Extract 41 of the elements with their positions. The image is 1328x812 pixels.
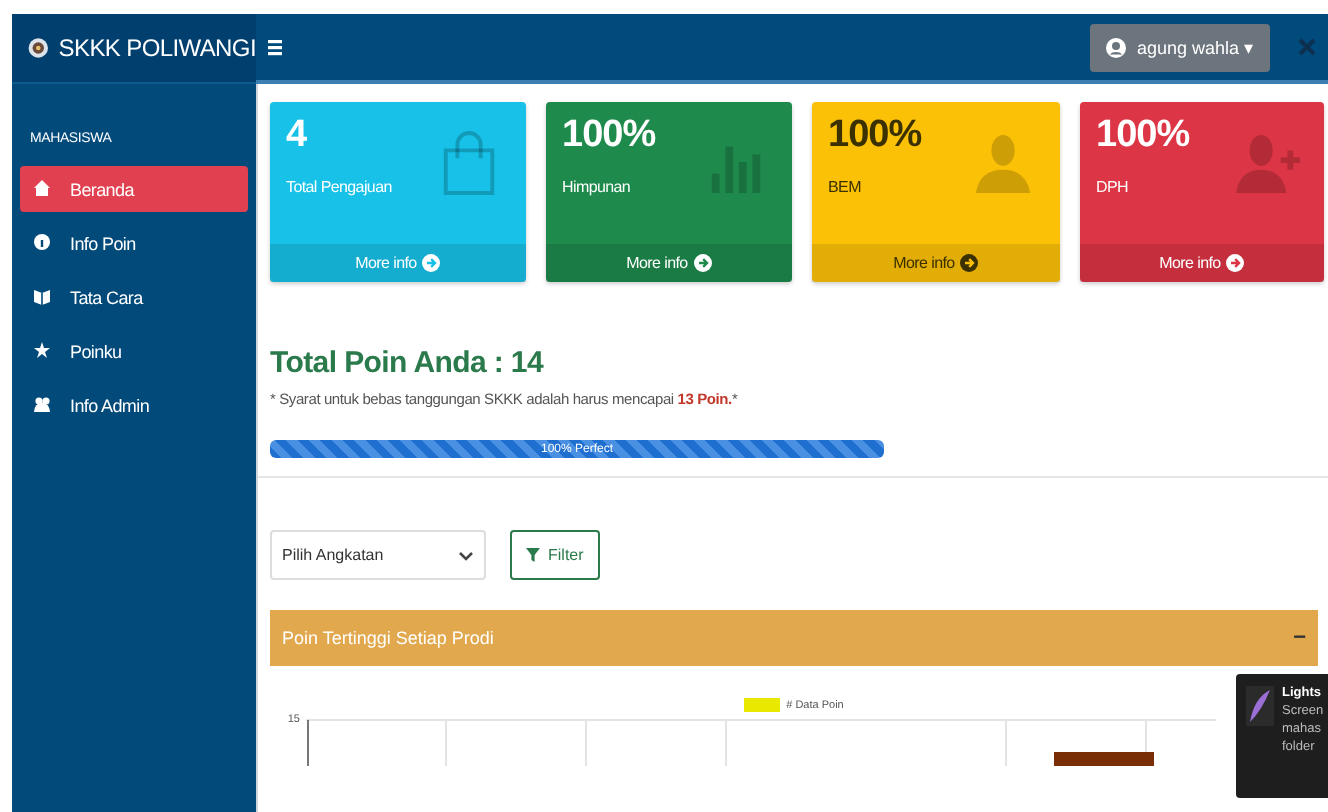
user-icon [1106,37,1127,57]
menu-icon [268,39,282,55]
arrow-circle-icon [693,254,712,272]
user-icon [972,130,1036,196]
stat-label: DPH [1096,178,1128,196]
close-icon [1298,38,1316,56]
legend-swatch [744,698,781,712]
filter-button[interactable]: Filter [510,530,600,580]
sidebar-item[interactable]: Tata Cara [20,274,248,320]
chevron-down-icon [458,549,474,561]
sidebar-item[interactable]: Info Poin [20,220,248,266]
angkatan-select[interactable]: Pilih Angkatan [270,530,486,580]
sidebar-item[interactable]: Poinku [20,328,248,374]
star-icon [34,342,50,360]
book-icon [34,288,50,306]
sidebar-item[interactable]: Beranda [20,166,248,212]
feather-icon [1246,686,1274,726]
arrow-circle-icon [422,254,441,272]
more-info-link[interactable]: More info [1080,244,1324,282]
app-title: SKKK POLIWANGI [58,34,256,62]
collapse-button[interactable]: − [1293,626,1306,650]
more-info-link[interactable]: More info [812,244,1060,282]
stat-value: 100% [562,114,656,158]
more-info-link[interactable]: More info [546,244,792,282]
arrow-circle-icon [960,254,979,272]
total-points-heading: Total Poin Anda : 14 [270,346,546,380]
panel-title: Poin Tertinggi Setiap Prodi [282,628,494,648]
info-icon [34,234,50,252]
sidebar-item[interactable]: Info Admin [20,382,248,428]
home-icon [34,180,50,198]
stat-label: Himpunan [562,178,631,196]
stat-label: BEM [828,178,861,196]
stat-value: 100% [1096,114,1190,158]
user-add-icon [1236,130,1300,196]
stat-value: 100% [828,114,922,158]
stat-label: Total Pengajuan [286,178,392,196]
user-menu-button[interactable]: agung wahla ▾ [1090,23,1270,71]
stat-value: 4 [286,114,307,158]
filter-icon [526,548,540,562]
users-icon [34,396,50,414]
arrow-circle-icon [1226,254,1245,272]
